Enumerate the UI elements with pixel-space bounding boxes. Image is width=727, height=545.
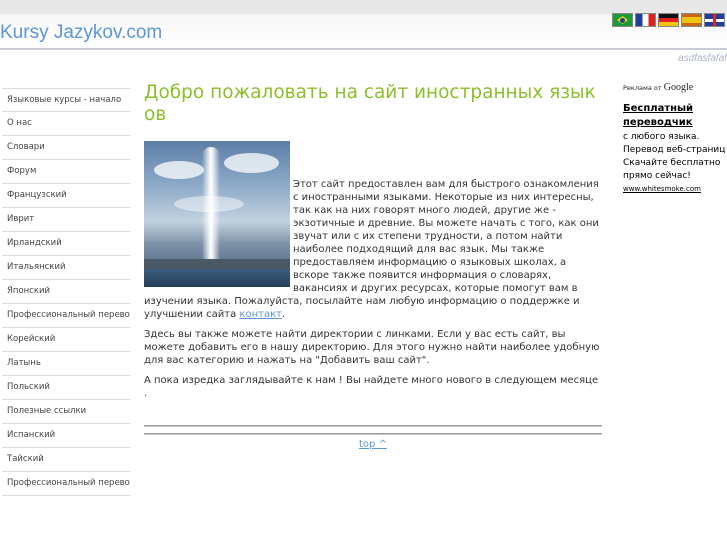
- site-tagline: asdfasfafaf: [678, 53, 727, 64]
- sidebar-item-hebrew[interactable]: Иврит: [2, 208, 130, 232]
- article-body: Этот сайт предоставлен вам для быстрого …: [144, 136, 602, 451]
- sidebar-item-spanish[interactable]: Испанский: [2, 424, 130, 448]
- google-logo: Google: [663, 82, 694, 93]
- content-divider: [144, 425, 602, 427]
- sidebar-item-thai[interactable]: Тайский: [2, 448, 130, 472]
- sidebar-item-polish[interactable]: Польский: [2, 376, 130, 400]
- france-flag-icon[interactable]: [635, 13, 656, 27]
- uk-flag-icon[interactable]: [704, 13, 725, 27]
- sidebar-item-french[interactable]: Французский: [2, 184, 130, 208]
- site-title[interactable]: Kursy Jazykov.com: [0, 22, 162, 44]
- intro-text-end: .: [281, 309, 286, 320]
- sidebar-item-irish[interactable]: Ирландский: [2, 232, 130, 256]
- directory-paragraph: Здесь вы также можете найти директории с…: [144, 329, 600, 366]
- page-title: Добро пожаловать на сайт иностранных язы…: [144, 82, 596, 125]
- ad-description: с любого языка. Перевод веб-страниц Скач…: [623, 132, 726, 181]
- ad-title-link[interactable]: Бесплатный переводчик: [623, 102, 727, 130]
- contact-link[interactable]: контакт: [239, 309, 282, 320]
- ad-url-link[interactable]: www.whitesmoke.com: [623, 185, 727, 193]
- sidebar-nav: Языковые курсы - начало О нас Словари Фо…: [2, 88, 130, 496]
- top-bar: [0, 0, 727, 14]
- ad-column: Реклама от Google Бесплатный переводчик …: [623, 82, 727, 193]
- sidebar-item-translation[interactable]: Профессиональный перевод: [2, 304, 130, 328]
- sidebar-item-korean[interactable]: Корейский: [2, 328, 130, 352]
- germany-flag-icon[interactable]: [658, 13, 679, 27]
- brazil-flag-icon[interactable]: [612, 13, 633, 27]
- closing-paragraph: А пока изредка заглядывайте к нам ! Вы н…: [144, 375, 599, 399]
- ads-label-text: Реклама от: [623, 84, 664, 92]
- sidebar-item-translation-2[interactable]: Профессиональный перевод: [2, 472, 130, 496]
- fountain-photo: [144, 141, 290, 287]
- sidebar-item-italian[interactable]: Итальянский: [2, 256, 130, 280]
- content-divider-2: [144, 433, 602, 435]
- sidebar-item-japanese[interactable]: Японский: [2, 280, 130, 304]
- back-to-top-link[interactable]: top ^: [144, 438, 602, 451]
- language-flags: [612, 13, 725, 27]
- sidebar-item-home[interactable]: Языковые курсы - начало: [2, 88, 130, 112]
- ads-by-google-label[interactable]: Реклама от Google: [623, 82, 727, 93]
- main-content: Добро пожаловать на сайт иностранных язы…: [144, 82, 602, 451]
- spain-flag-icon[interactable]: [681, 13, 702, 27]
- sidebar-item-about[interactable]: О нас: [2, 112, 130, 136]
- sidebar-item-dictionaries[interactable]: Словари: [2, 136, 130, 160]
- header-divider: [0, 48, 727, 50]
- sidebar-item-useful-links[interactable]: Полезные ссылки: [2, 400, 130, 424]
- sidebar-item-latin[interactable]: Латынь: [2, 352, 130, 376]
- sidebar-item-forum[interactable]: Форум: [2, 160, 130, 184]
